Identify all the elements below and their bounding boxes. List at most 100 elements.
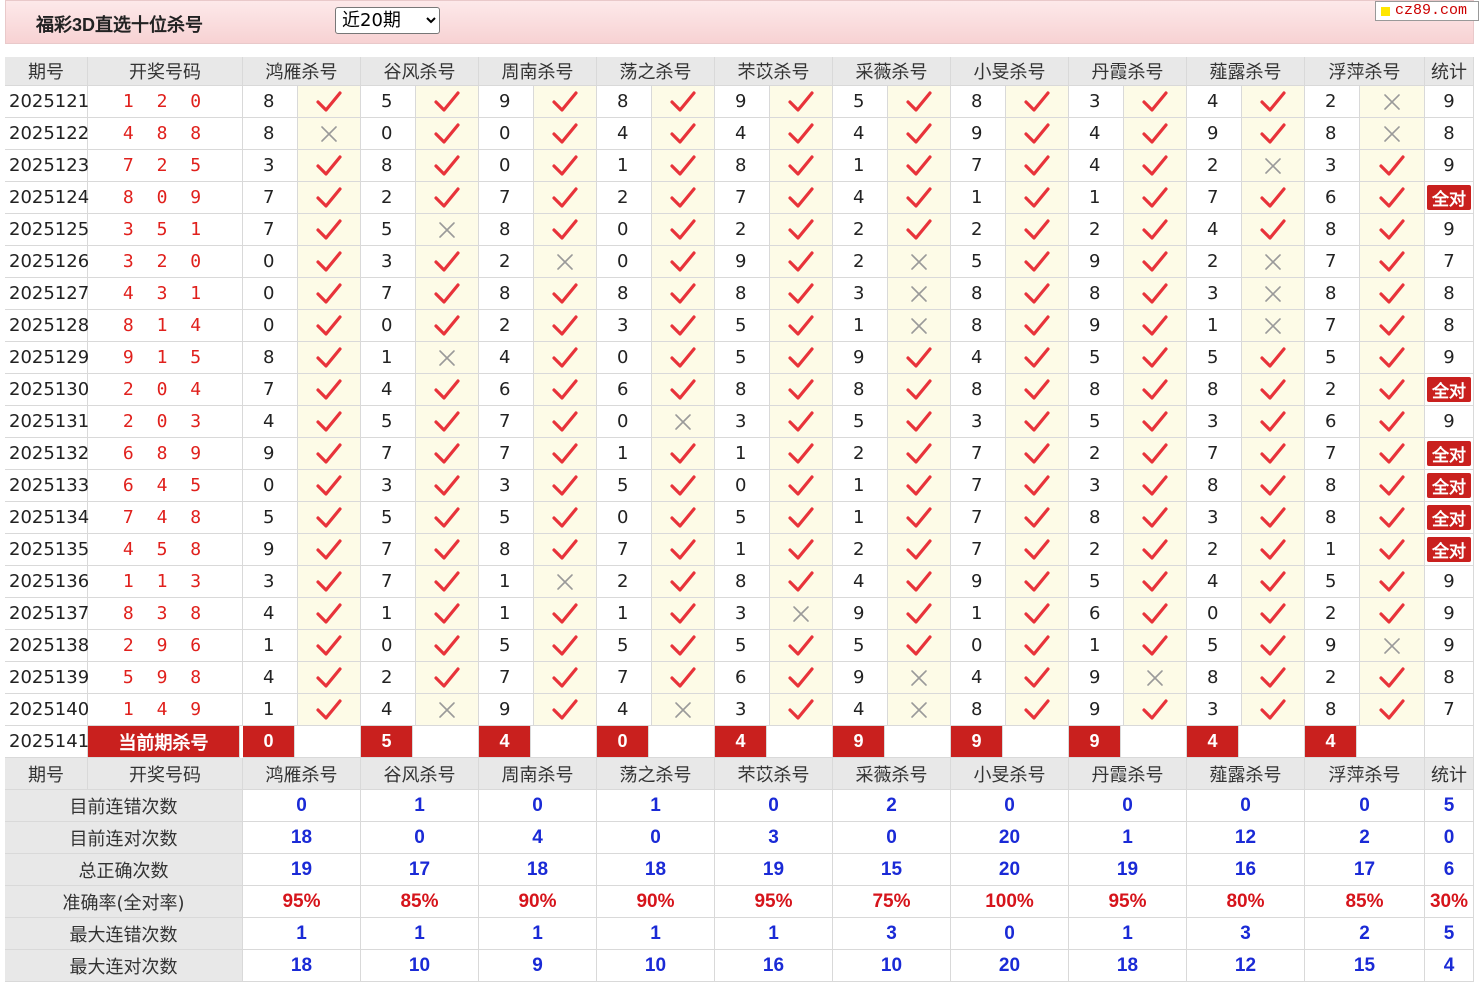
- kill-number: 8: [243, 342, 298, 374]
- kill-number: 8: [833, 374, 888, 406]
- kill-number: 5: [715, 502, 770, 534]
- kill-number: 8: [951, 86, 1006, 118]
- red-check-icon: [670, 378, 696, 400]
- kill-number: 4: [361, 694, 416, 726]
- col-header-predictor-7: 丹霞杀号: [1069, 57, 1187, 86]
- correct-mark: [1242, 182, 1305, 214]
- red-check-icon: [316, 634, 342, 656]
- red-check-icon: [670, 570, 696, 592]
- stat-value: 1: [597, 918, 715, 950]
- kill-number: 0: [361, 630, 416, 662]
- correct-mark: [1360, 310, 1425, 342]
- stat-value: 10: [597, 950, 715, 982]
- kill-number: 3: [715, 694, 770, 726]
- red-check-icon: [316, 410, 342, 432]
- wrong-mark: [888, 246, 951, 278]
- period-cell: 2025126: [5, 246, 89, 278]
- stat-value: 80%: [1187, 886, 1305, 918]
- correct-mark: [652, 502, 715, 534]
- red-check-icon: [1379, 538, 1405, 560]
- red-check-icon: [1260, 602, 1286, 624]
- kill-number: 5: [361, 406, 416, 438]
- kill-number: 8: [597, 278, 652, 310]
- correct-mark: [1006, 342, 1069, 374]
- stat-value: 19: [1069, 854, 1187, 886]
- red-check-icon: [670, 346, 696, 368]
- kill-number: 1: [1187, 310, 1242, 342]
- red-check-icon: [1260, 474, 1286, 496]
- stat-cell: 全对: [1425, 502, 1474, 534]
- red-check-icon: [1379, 250, 1405, 272]
- kill-number: 1: [479, 598, 534, 630]
- correct-mark: [1360, 182, 1425, 214]
- red-check-icon: [906, 474, 932, 496]
- kill-number: 7: [243, 214, 298, 246]
- red-check-icon: [1024, 282, 1050, 304]
- correct-mark: [888, 470, 951, 502]
- kill-number: 5: [597, 630, 652, 662]
- kill-number: 2: [361, 662, 416, 694]
- correct-mark: [416, 630, 479, 662]
- draw-number: 4 3 1: [88, 278, 243, 310]
- correct-mark: [1006, 150, 1069, 182]
- period-cell: 2025134: [5, 502, 89, 534]
- kill-number: 9: [833, 342, 888, 374]
- red-check-icon: [434, 122, 460, 144]
- stat-label: 最大连对次数: [5, 950, 243, 982]
- correct-mark: [1006, 630, 1069, 662]
- correct-mark: [770, 278, 833, 310]
- col-header-stat: 统计: [1425, 57, 1474, 86]
- kill-number: 5: [833, 630, 888, 662]
- correct-mark: [1242, 470, 1305, 502]
- correct-mark: [416, 406, 479, 438]
- kill-number: 8: [597, 86, 652, 118]
- kill-number: 4: [833, 566, 888, 598]
- stat-value: 1: [361, 918, 479, 950]
- kill-number: 8: [1069, 374, 1124, 406]
- red-check-icon: [1260, 506, 1286, 528]
- correct-mark: [1360, 694, 1425, 726]
- red-check-icon: [1142, 186, 1168, 208]
- stat-label: 准确率(全对率): [5, 886, 243, 918]
- correct-mark: [888, 150, 951, 182]
- red-check-icon: [434, 634, 460, 656]
- red-check-icon: [906, 506, 932, 528]
- period-cell: 2025130: [5, 374, 89, 406]
- correct-mark: [770, 662, 833, 694]
- stat-value: 2: [1305, 822, 1425, 854]
- correct-mark: [1124, 86, 1187, 118]
- correct-mark: [770, 406, 833, 438]
- correct-mark: [298, 598, 361, 630]
- current-period: 2025141: [5, 726, 89, 758]
- stat-value: 16: [715, 950, 833, 982]
- correct-mark: [534, 662, 597, 694]
- kill-number: 8: [951, 278, 1006, 310]
- correct-mark: [416, 438, 479, 470]
- red-check-icon: [552, 634, 578, 656]
- red-check-icon: [552, 282, 578, 304]
- stat-value: 0: [951, 918, 1069, 950]
- stat-value: 19: [243, 854, 361, 886]
- correct-mark: [770, 182, 833, 214]
- stat-value: 0: [243, 790, 361, 822]
- red-check-icon: [316, 218, 342, 240]
- stat-value: 18: [243, 822, 361, 854]
- red-check-icon: [1379, 186, 1405, 208]
- red-check-icon: [788, 314, 814, 336]
- correct-mark: [298, 534, 361, 566]
- kill-number: 1: [361, 342, 416, 374]
- stat-value: 3: [1187, 918, 1305, 950]
- red-check-icon: [434, 442, 460, 464]
- red-check-icon: [1260, 410, 1286, 432]
- red-check-icon: [316, 314, 342, 336]
- red-check-icon: [788, 154, 814, 176]
- correct-mark: [1242, 502, 1305, 534]
- stat-value: 0: [479, 790, 597, 822]
- kill-number: 4: [833, 182, 888, 214]
- stat-cell: 8: [1425, 278, 1474, 310]
- period-cell: 2025122: [5, 118, 89, 150]
- red-check-icon: [788, 250, 814, 272]
- correct-mark: [1124, 342, 1187, 374]
- red-check-icon: [1024, 602, 1050, 624]
- stat-value: 2: [833, 790, 951, 822]
